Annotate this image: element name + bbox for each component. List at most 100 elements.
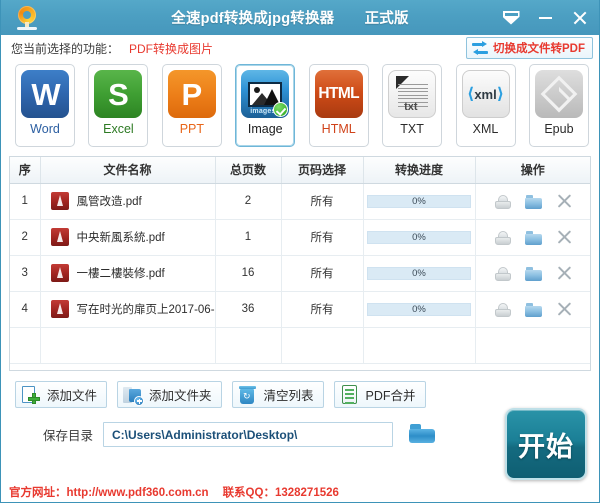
cell-progress: 0% [363,183,476,220]
remove-row-icon[interactable] [556,193,572,209]
cell-index: 4 [10,291,41,328]
format-label-xml: XML [472,122,499,136]
minimize-icon[interactable] [535,8,555,28]
start-button[interactable]: 开始 [505,408,587,480]
cell-page-select[interactable]: 所有 [281,255,364,292]
add-folder-icon [123,385,145,406]
xml-glyph-text: xml [474,86,497,102]
progress-bar: 0% [367,194,471,208]
progress-text: 0% [412,267,426,279]
cell-filename: 中央新風系統.pdf [40,219,216,256]
format-label-html: HTML [321,122,356,136]
app-title-text: 全速pdf转换成jpg转换器 [171,11,335,27]
cell-index: 2 [10,219,41,256]
progress-bar: 0% [367,230,471,244]
format-button-image[interactable]: images Image [235,64,296,147]
format-label-txt: TXT [400,122,424,136]
preview-icon[interactable] [494,193,512,210]
column-header-operations: 操作 [475,157,590,184]
remove-row-icon[interactable] [556,265,572,281]
filename-text: 写在时光的扉页上2017-06-14.pdf [76,304,215,316]
cell-filename: 風管改造.pdf [40,183,216,220]
start-button-label: 开始 [518,431,574,462]
format-button-html[interactable]: HTML HTML [308,64,369,147]
filename-text: 一樓二樓裝修.pdf [76,268,165,280]
table-row[interactable]: 3 一樓二樓裝修.pdf 16 所有 0% [10,255,590,292]
table-row[interactable]: 4 写在时光的扉页上2017-06-14.pdf 36 所有 0% [10,291,590,328]
clear-list-icon [238,385,258,405]
cell-empty [10,327,41,364]
cell-operations [475,255,590,292]
open-folder-icon[interactable] [524,265,543,282]
file-list-table: 序 文件名称 总页数 页码选择 转换进度 操作 1 風管改造.pdf 2 所有 … [10,157,590,364]
format-label-excel: Excel [103,122,134,136]
column-header-index: 序 [10,157,41,184]
cell-operations [475,219,590,256]
format-button-word[interactable]: W Word [15,64,75,147]
save-path-input[interactable]: C:\Users\Administrator\Desktop\ [103,422,394,447]
format-button-xml[interactable]: ⟨ xml ⟩ XML [455,64,516,147]
current-function-value: PDF转换成图片 [129,42,214,56]
table-header-row: 序 文件名称 总页数 页码选择 转换进度 操作 [10,157,590,184]
file-list-panel: 序 文件名称 总页数 页码选择 转换进度 操作 1 風管改造.pdf 2 所有 … [9,156,591,371]
add-file-icon [21,385,41,405]
preview-icon[interactable] [494,301,512,318]
cell-page-select[interactable]: 所有 [281,291,364,328]
pdf-file-icon [50,264,69,282]
add-file-label: 添加文件 [47,389,98,403]
cell-filename: 一樓二樓裝修.pdf [40,255,216,292]
preview-icon[interactable] [494,265,512,282]
cell-operations [475,291,590,328]
remove-row-icon[interactable] [556,229,572,245]
application-window: 全速pdf转换成jpg转换器 正式版 您当前选择的功能： PDF转换成图片 切换… [0,0,600,503]
add-file-button[interactable]: 添加文件 [15,381,108,408]
cell-index: 3 [10,255,41,292]
browse-folder-icon[interactable] [409,424,436,445]
progress-text: 0% [412,303,426,315]
format-selector-row: W Word S Excel P PPT images Image HTML H… [1,62,599,153]
table-row[interactable]: 1 風管改造.pdf 2 所有 0% [10,183,590,220]
pdf-merge-icon [340,384,360,405]
title-bar: 全速pdf转换成jpg转换器 正式版 [1,0,599,35]
clear-list-label: 清空列表 [263,389,314,403]
format-button-excel[interactable]: S Excel [88,64,149,147]
cell-progress: 0% [363,255,476,292]
open-folder-icon[interactable] [524,193,543,210]
table-row[interactable]: 2 中央新風系統.pdf 1 所有 0% [10,219,590,256]
switch-button-label: 切换成文件转PDF [493,43,585,55]
format-button-ppt[interactable]: P PPT [161,64,222,147]
format-button-epub[interactable]: Epub [528,64,589,147]
official-website-text: 官方网址：http://www.pdf360.com.cn [9,487,209,499]
cell-empty [363,327,476,364]
cell-page-select[interactable]: 所有 [281,219,364,256]
remove-row-icon[interactable] [556,301,572,317]
progress-text: 0% [412,195,426,207]
status-bar: 官方网址：http://www.pdf360.com.cn 联系QQ：13282… [1,482,599,502]
switch-to-file-to-pdf-button[interactable]: 切换成文件转PDF [466,37,593,59]
cell-page-select[interactable]: 所有 [281,183,364,220]
clear-list-button[interactable]: 清空列表 [231,381,324,408]
open-folder-icon[interactable] [524,229,543,246]
window-controls [501,0,589,35]
format-button-txt[interactable]: txt TXT [382,64,443,147]
selected-check-icon [273,102,289,117]
menu-dropdown-icon[interactable] [501,8,521,28]
save-path-text: C:\Users\Administrator\Desktop\ [112,427,298,442]
preview-icon[interactable] [494,229,512,246]
cell-empty [475,327,590,364]
progress-bar: 0% [367,302,471,316]
edition-label: 正式版 [364,11,409,27]
pdf-merge-button[interactable]: PDF合并 [333,381,426,408]
pdf-file-icon [50,300,69,318]
cell-empty [40,327,216,364]
close-icon[interactable] [569,8,589,28]
add-folder-button[interactable]: 添加文件夹 [117,381,222,408]
column-header-filename: 文件名称 [40,157,216,184]
cell-operations [475,183,590,220]
format-label-ppt: PPT [179,122,204,136]
save-directory-label: 保存目录 [43,429,94,443]
txt-glyph-text: txt [404,101,418,113]
column-header-page-select: 页码选择 [281,157,364,184]
format-label-image: Image [247,122,283,136]
open-folder-icon[interactable] [524,301,543,318]
